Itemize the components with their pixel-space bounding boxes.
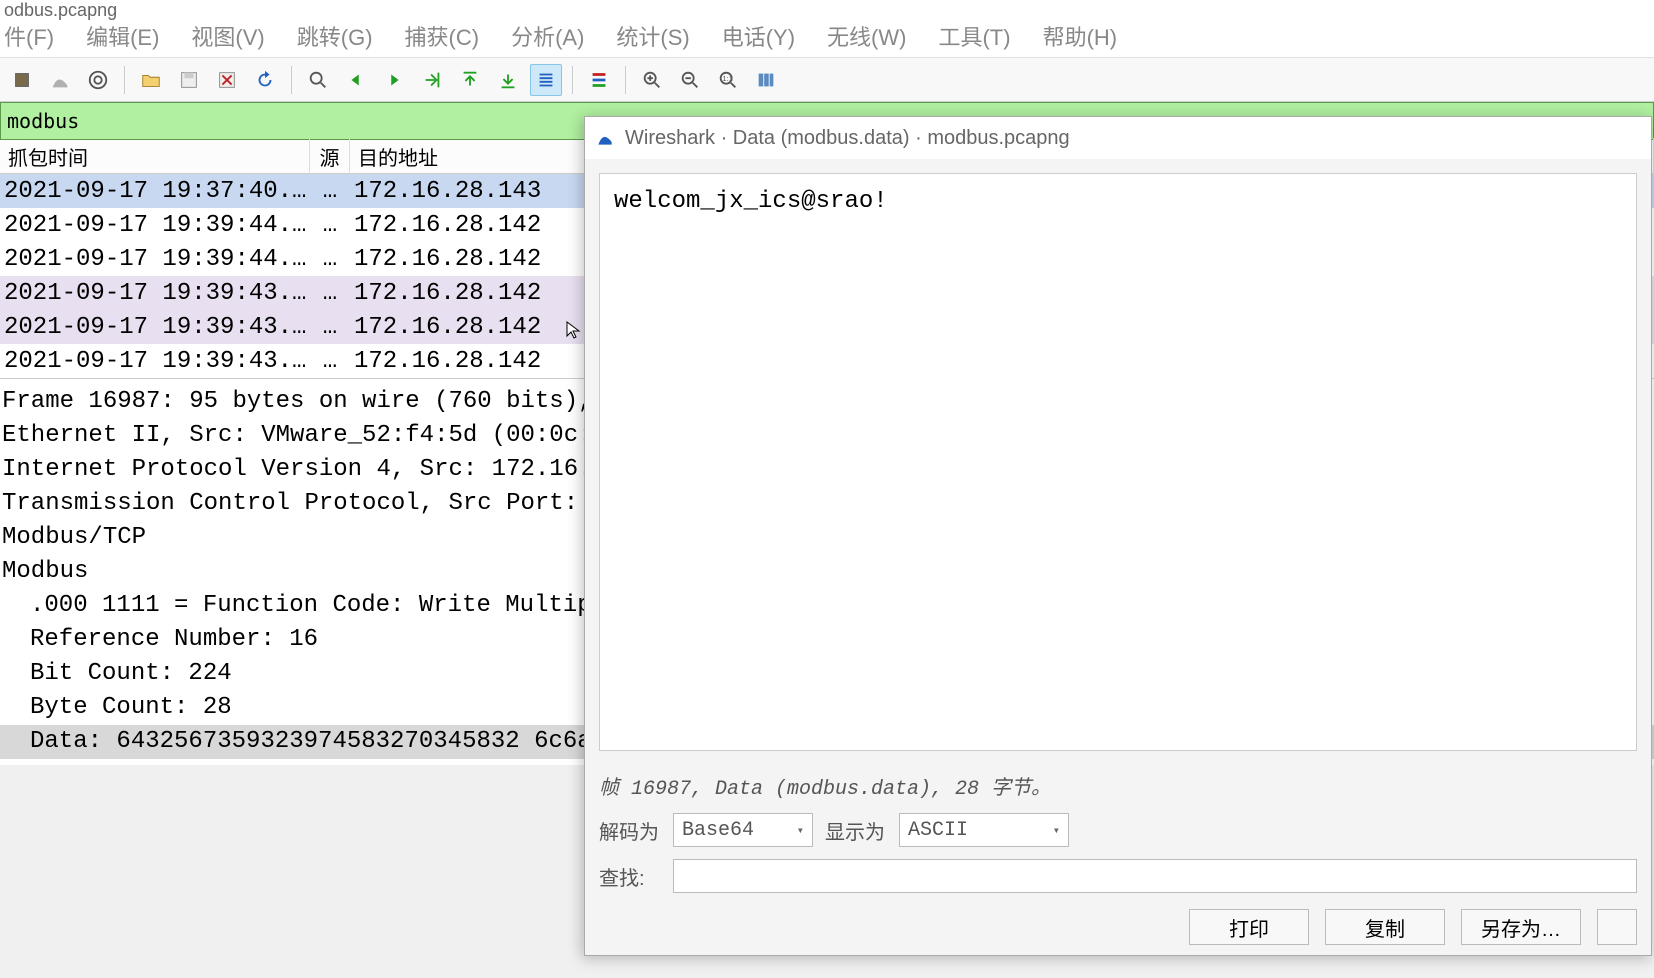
cell-src: … <box>310 244 350 275</box>
go-forward-icon[interactable] <box>378 64 410 96</box>
colorize-icon[interactable] <box>583 64 615 96</box>
menu-stats[interactable]: 统计(S) <box>616 20 689 52</box>
cell-time: 2021-09-17 19:37:40.… <box>0 176 310 207</box>
save-as-button[interactable]: 另存为… <box>1461 909 1581 945</box>
menu-analyze[interactable]: 分析(A) <box>511 20 584 52</box>
display-as-select[interactable]: ASCII▾ <box>899 813 1069 847</box>
stop-capture-icon[interactable] <box>6 64 38 96</box>
more-button[interactable] <box>1597 909 1637 945</box>
go-first-icon[interactable] <box>454 64 486 96</box>
display-as-label: 显示为 <box>825 816 887 845</box>
cell-src: … <box>310 278 350 309</box>
dialog-titlebar: Wireshark · Data (modbus.data) · modbus.… <box>585 117 1651 159</box>
menu-tools[interactable]: 工具(T) <box>938 20 1010 52</box>
menu-edit[interactable]: 编辑(E) <box>86 20 159 52</box>
cell-src: … <box>310 312 350 343</box>
menu-bar: 件(F) 编辑(E) 视图(V) 跳转(G) 捕获(C) 分析(A) 统计(S)… <box>0 14 1654 58</box>
cell-time: 2021-09-17 19:39:44.… <box>0 244 310 275</box>
close-icon[interactable] <box>211 64 243 96</box>
chevron-down-icon: ▾ <box>797 823 804 838</box>
menu-view[interactable]: 视图(V) <box>191 20 264 52</box>
menu-help[interactable]: 帮助(H) <box>1043 20 1118 52</box>
cell-time: 2021-09-17 19:39:43.… <box>0 312 310 343</box>
cell-time: 2021-09-17 19:39:43.… <box>0 346 310 377</box>
cell-time: 2021-09-17 19:39:44.… <box>0 210 310 241</box>
window-title: odbus.pcapng <box>0 0 1654 14</box>
cell-src: … <box>310 346 350 377</box>
reload-icon[interactable] <box>249 64 281 96</box>
shark-fin-icon[interactable] <box>44 64 76 96</box>
find-icon[interactable] <box>302 64 334 96</box>
dialog-title-text: Wireshark · Data (modbus.data) · modbus.… <box>625 127 1070 150</box>
decode-as-select[interactable]: Base64▾ <box>673 813 813 847</box>
menu-wireless[interactable]: 无线(W) <box>827 20 906 52</box>
copy-button[interactable]: 复制 <box>1325 909 1445 945</box>
autoscroll-icon[interactable] <box>530 64 562 96</box>
options-icon[interactable] <box>82 64 114 96</box>
go-to-packet-icon[interactable] <box>416 64 448 96</box>
find-input[interactable] <box>673 859 1637 893</box>
save-icon[interactable] <box>173 64 205 96</box>
svg-text:1:1: 1:1 <box>723 73 733 82</box>
zoom-out-icon[interactable] <box>674 64 706 96</box>
go-last-icon[interactable] <box>492 64 524 96</box>
go-back-icon[interactable] <box>340 64 372 96</box>
toolbar: 1:1 <box>0 58 1654 102</box>
data-bytes-dialog: Wireshark · Data (modbus.data) · modbus.… <box>584 116 1652 956</box>
cell-src: … <box>310 176 350 207</box>
menu-telephony[interactable]: 电话(Y) <box>722 20 795 52</box>
decode-as-label: 解码为 <box>599 816 661 845</box>
column-time[interactable]: 抓包时间 <box>0 138 310 175</box>
chevron-down-icon: ▾ <box>1053 823 1060 838</box>
open-folder-icon[interactable] <box>135 64 167 96</box>
find-label: 查找: <box>599 862 661 891</box>
cell-src: … <box>310 210 350 241</box>
menu-capture[interactable]: 捕获(C) <box>405 20 480 52</box>
resize-columns-icon[interactable] <box>750 64 782 96</box>
menu-file[interactable]: 件(F) <box>4 20 54 52</box>
wireshark-logo-icon <box>595 128 615 148</box>
zoom-reset-icon[interactable]: 1:1 <box>712 64 744 96</box>
menu-go[interactable]: 跳转(G) <box>297 20 373 52</box>
cell-time: 2021-09-17 19:39:43.… <box>0 278 310 309</box>
print-button[interactable]: 打印 <box>1189 909 1309 945</box>
dialog-status-text: 帧 16987, Data (modbus.data), 28 字节。 <box>585 765 1651 807</box>
zoom-in-icon[interactable] <box>636 64 668 96</box>
decoded-data-textarea[interactable]: welcom_jx_ics@srao! <box>599 173 1637 751</box>
column-source[interactable]: 源 <box>310 138 350 175</box>
